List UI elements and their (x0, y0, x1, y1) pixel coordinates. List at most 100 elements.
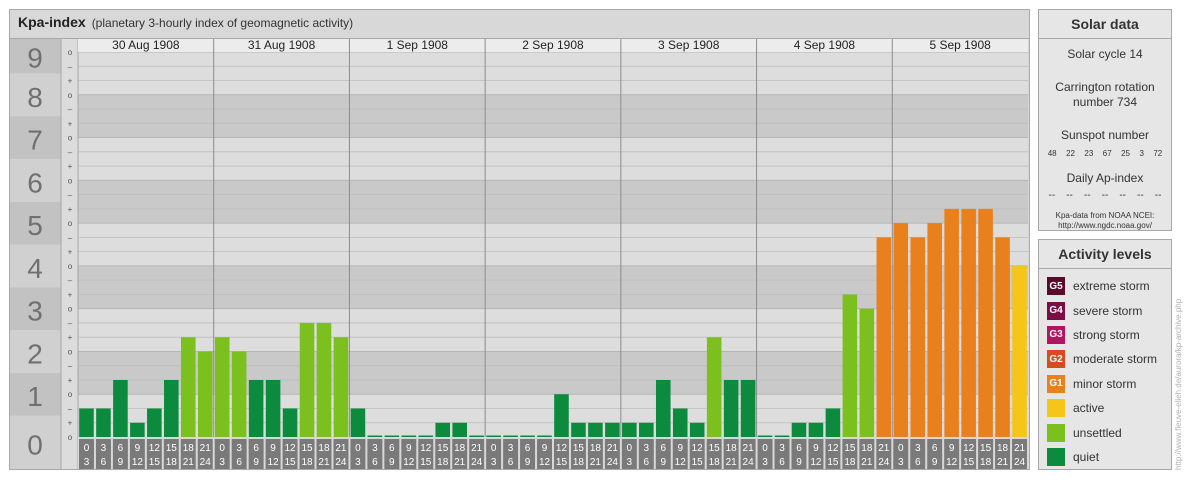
day-label: 31 Aug 1908 (248, 38, 316, 52)
y-axis-label: 1 (27, 381, 43, 412)
kp-level-band (78, 52, 1028, 95)
y-submarker: o (68, 134, 73, 143)
y-submarker: o (68, 48, 73, 57)
y-submarker: – (68, 62, 73, 71)
solar-data-header: Solar data (1039, 10, 1171, 39)
y-submarker: o (68, 91, 73, 100)
time-label-end: 21 (726, 457, 738, 468)
time-label-start: 12 (284, 443, 296, 454)
level-label: minor storm (1073, 376, 1137, 391)
activity-levels-list: G5 extreme storm G4 severe storm G3 strong st… (1039, 269, 1171, 469)
level-label: active (1073, 401, 1105, 416)
time-label-start: 18 (590, 443, 602, 454)
kp-bar (571, 422, 586, 437)
time-label-end: 21 (997, 457, 1009, 468)
time-label-end: 24 (471, 457, 483, 468)
kp-bar (435, 422, 451, 437)
time-label-start: 15 (980, 443, 992, 454)
kp-bar (672, 408, 688, 437)
y-axis-label: 2 (27, 338, 43, 369)
time-label-end: 9 (932, 457, 938, 468)
y-submarker: + (68, 162, 73, 171)
time-label-end: 6 (372, 457, 378, 468)
time-label-start: 9 (813, 443, 819, 454)
y-submarker: – (68, 191, 73, 200)
time-label-start: 21 (471, 443, 483, 454)
time-label-end: 3 (355, 457, 361, 468)
sunspot-value: 48 (1047, 149, 1057, 158)
ap-index-values: -- -- -- -- -- -- -- (1039, 190, 1171, 201)
time-label-end: 3 (84, 457, 90, 468)
time-label-start: 3 (236, 443, 242, 454)
kp-bar (588, 422, 603, 437)
time-label-end: 6 (915, 457, 921, 468)
y-submarker: – (68, 276, 73, 285)
kp-bar (978, 208, 993, 437)
level-swatch: G3 (1047, 325, 1065, 344)
time-label-start: 15 (301, 443, 313, 454)
day-label: 30 Aug 1908 (112, 38, 180, 52)
level-label: quiet (1073, 449, 1100, 464)
time-label-end: 9 (389, 457, 395, 468)
kp-level-band (78, 137, 1028, 181)
y-submarker: – (68, 233, 73, 242)
y-submarker: + (68, 376, 73, 385)
time-label-end: 18 (980, 457, 992, 468)
time-label-end: 18 (709, 457, 721, 468)
y-submarker: o (68, 390, 73, 399)
kp-bar (401, 435, 417, 437)
time-label-end: 15 (284, 457, 296, 468)
kp-bar (944, 208, 959, 437)
y-submarker: – (68, 319, 73, 328)
time-label-end: 24 (878, 457, 890, 468)
kp-bar (469, 435, 484, 437)
time-label-end: 3 (762, 457, 768, 468)
time-label-end: 6 (101, 457, 107, 468)
source-note-line1: Kpa-data from NOAA NCEI: (1055, 211, 1155, 220)
activity-level-quiet: quiet (1039, 445, 1171, 469)
time-label-start: 18 (454, 443, 466, 454)
time-label-start: 21 (200, 443, 212, 454)
time-label-start: 21 (878, 443, 890, 454)
ap-value: -- (1066, 190, 1073, 201)
level-swatch: G5 (1047, 277, 1065, 296)
y-axis-label: 5 (27, 210, 43, 241)
time-label-start: 12 (420, 443, 432, 454)
time-label-end: 15 (420, 457, 432, 468)
time-label-end: 18 (301, 457, 313, 468)
kp-bar (486, 435, 501, 437)
time-label-start: 15 (573, 443, 585, 454)
time-label-start: 0 (491, 443, 497, 454)
kp-bar (706, 337, 722, 437)
activity-level-severe-storm: G4 severe storm (1039, 298, 1171, 322)
time-label-end: 18 (573, 457, 585, 468)
time-label-start: 9 (949, 443, 955, 454)
y-submarker: – (68, 362, 73, 371)
time-label-end: 12 (132, 457, 144, 468)
carrington-number: number 734 (1072, 95, 1138, 109)
kp-bar (79, 408, 94, 437)
kp-bar (537, 435, 552, 437)
time-label-start: 0 (898, 443, 904, 454)
time-label-end: 3 (219, 457, 225, 468)
time-label-start: 3 (372, 443, 378, 454)
activity-level-minor-storm: G1 minor storm (1039, 372, 1171, 396)
day-label: 2 Sep 1908 (522, 38, 584, 52)
kp-bar (452, 422, 467, 437)
time-label-start: 0 (84, 443, 90, 454)
time-label-end: 3 (898, 457, 904, 468)
sunspot-value: 72 (1153, 149, 1163, 158)
level-label: unsettled (1073, 425, 1122, 440)
ap-value: -- (1083, 190, 1091, 201)
kp-bar (113, 379, 128, 437)
time-label-end: 24 (335, 457, 347, 468)
level-swatch (1047, 399, 1065, 418)
y-submarker: o (68, 176, 73, 185)
sunspot-value: 25 (1121, 149, 1130, 158)
time-label-end: 6 (508, 457, 514, 468)
time-label-end: 9 (796, 457, 802, 468)
time-label-end: 24 (607, 457, 619, 468)
time-label-start: 12 (149, 443, 161, 454)
activity-levels-panel: Activity levels G5 extreme storm G4 severe … (1038, 239, 1172, 470)
time-label-start: 18 (997, 443, 1009, 454)
